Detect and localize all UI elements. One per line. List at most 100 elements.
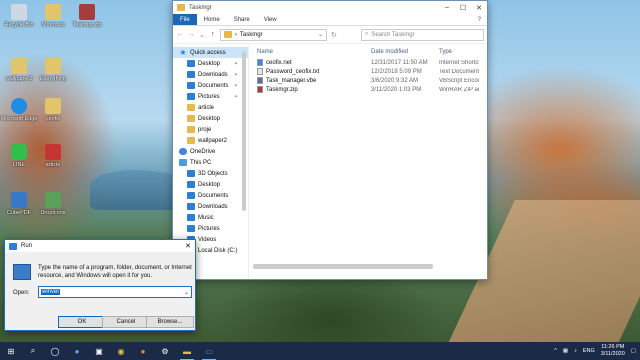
- folder-icon: [45, 98, 61, 114]
- up-arrow-icon[interactable]: ↑: [209, 31, 217, 38]
- explorer-taskbar-icon[interactable]: ▬: [176, 342, 198, 360]
- nav-scrollbar[interactable]: [242, 51, 246, 211]
- nav-item-label: OneDrive: [190, 148, 216, 155]
- download-icon: [187, 71, 195, 78]
- desktop-icon-cubepdf[interactable]: CubePDF: [0, 192, 38, 216]
- tab-share[interactable]: Share: [227, 14, 257, 25]
- run-taskbar-icon[interactable]: ▭: [198, 342, 220, 360]
- desktop-icon-article[interactable]: article: [34, 144, 72, 168]
- close-button[interactable]: ✕: [471, 1, 487, 14]
- chevron-down-icon[interactable]: ⌄: [318, 31, 323, 38]
- nav-item-pictures[interactable]: Pictures: [173, 223, 248, 234]
- refresh-icon[interactable]: ↻: [330, 31, 338, 39]
- forward-arrow-icon[interactable]: →: [187, 31, 195, 38]
- file-row[interactable]: Taskmgr.zip 3/11/2020 1:03 PM WinRAR ZIP a…: [249, 85, 487, 94]
- folder-icon: [11, 58, 27, 74]
- nav-item-3d-objects[interactable]: 3D Objects: [173, 168, 248, 179]
- desktop-icon-shortcuts[interactable]: Shortcuts: [34, 4, 72, 28]
- chrome-icon[interactable]: ◉: [110, 342, 132, 360]
- horizontal-scrollbar[interactable]: [253, 264, 433, 269]
- tab-file[interactable]: File: [173, 14, 197, 25]
- search-icon[interactable]: ⌕: [22, 342, 44, 360]
- column-type[interactable]: Type: [439, 49, 452, 55]
- nav-item-wallpaper2[interactable]: wallpaper2: [173, 135, 248, 146]
- desktop-icon-wallpaper2[interactable]: wallpaper2: [0, 58, 38, 82]
- recent-chevron-icon[interactable]: ⌄: [198, 31, 206, 39]
- firefox-icon[interactable]: ●: [132, 342, 154, 360]
- nav-item-label: Pictures: [198, 93, 220, 100]
- minimize-button[interactable]: –: [439, 1, 455, 14]
- file-row[interactable]: Password_ceofix.txt 12/2/2018 5:09 PM Text…: [249, 67, 487, 76]
- task-view-icon[interactable]: ◯: [44, 342, 66, 360]
- cube-icon: [187, 170, 195, 177]
- network-icon[interactable]: ▦: [563, 348, 568, 354]
- pictures-icon: [187, 225, 195, 232]
- download-icon: [187, 203, 195, 210]
- chevron-right-icon: ›: [234, 31, 237, 38]
- chevron-down-icon[interactable]: ⌄: [184, 289, 189, 296]
- edge-icon: [11, 98, 27, 114]
- run-open-input[interactable]: winver ⌄: [38, 286, 192, 298]
- nav-item-label: Pictures: [198, 225, 220, 232]
- store-icon[interactable]: ▣: [88, 342, 110, 360]
- desktop-icon-taskmgr-zip[interactable]: Taskmgr.zip: [68, 4, 106, 28]
- nav-item-proje[interactable]: proje: [173, 124, 248, 135]
- tab-view[interactable]: View: [257, 14, 284, 25]
- help-icon[interactable]: ?: [478, 14, 487, 25]
- nav-item-pictures[interactable]: Pictures ✦: [173, 91, 248, 102]
- nav-item-music[interactable]: Music: [173, 212, 248, 223]
- desktop-icon-everything[interactable]: Everything: [34, 58, 72, 82]
- nav-item-label: Documents: [198, 82, 229, 89]
- file-row[interactable]: Task_manager.vbe 3/6/2020 9:32 AM VBScript…: [249, 76, 487, 85]
- maximize-button[interactable]: ☐: [455, 1, 471, 14]
- clock[interactable]: 11:26 PM 3/11/2020: [601, 344, 625, 357]
- desktop-icon-line[interactable]: LINE: [0, 144, 38, 168]
- gear-icon[interactable]: ⚙: [154, 342, 176, 360]
- back-arrow-icon[interactable]: ←: [176, 31, 184, 38]
- nav-item-this-pc[interactable]: This PC: [173, 157, 248, 168]
- desktop-icon-edge[interactable]: Microsoft Edge: [0, 98, 38, 122]
- language-indicator[interactable]: ENG: [583, 348, 595, 354]
- desktop-icon-ceofix[interactable]: ceofix: [34, 98, 72, 122]
- nav-item-quick-access[interactable]: ★ Quick access: [173, 47, 248, 58]
- run-input-value: winver: [41, 289, 61, 295]
- nav-item-desktop[interactable]: Desktop: [173, 179, 248, 190]
- search-input[interactable]: ⌕ Search Taskmgr: [360, 28, 485, 41]
- music-icon: [187, 214, 195, 221]
- explorer-titlebar[interactable]: Taskmgr – ☐ ✕: [173, 1, 487, 14]
- column-name[interactable]: Name: [249, 49, 371, 55]
- nav-item-downloads[interactable]: Downloads ✦: [173, 69, 248, 80]
- column-date-modified[interactable]: Date modified: [371, 49, 439, 55]
- tab-home[interactable]: Home: [197, 14, 227, 25]
- start-icon[interactable]: ⊞: [0, 342, 22, 360]
- nav-item-documents[interactable]: Documents ✦: [173, 80, 248, 91]
- window-title: Taskmgr: [189, 4, 212, 11]
- nav-item-article[interactable]: article: [173, 102, 248, 113]
- address-bar[interactable]: › Taskmgr ⌄: [219, 28, 327, 41]
- volume-icon[interactable]: ♪: [574, 348, 577, 354]
- cloud-icon: [179, 148, 187, 155]
- edge-taskbar-icon[interactable]: ●: [66, 342, 88, 360]
- nav-item-documents[interactable]: Documents: [173, 190, 248, 201]
- nav-item-desktop[interactable]: Desktop: [173, 113, 248, 124]
- nav-item-desktop[interactable]: Desktop ✦: [173, 58, 248, 69]
- file-row[interactable]: ceofix.net 12/31/2017 11:50 AM Internet Sh…: [249, 58, 487, 67]
- nav-item-label: Quick access: [190, 49, 226, 56]
- browse-button[interactable]: Browse...: [146, 316, 194, 328]
- desktop-icon-recycle-bin[interactable]: Recycle Bin: [0, 4, 38, 28]
- close-icon[interactable]: ✕: [181, 242, 195, 250]
- desktop-icon-dropicons[interactable]: DropIcons: [34, 192, 72, 216]
- folder-icon: [187, 104, 195, 111]
- chevron-up-icon[interactable]: ^: [554, 348, 557, 354]
- ok-button[interactable]: OK: [58, 316, 106, 328]
- notification-icon[interactable]: ▢: [631, 348, 636, 354]
- folder-icon: [187, 115, 195, 122]
- run-titlebar[interactable]: Run ✕: [5, 240, 195, 252]
- file-icon: [257, 68, 263, 75]
- nav-item-downloads[interactable]: Downloads: [173, 201, 248, 212]
- file-type: Internet Shortcut: [439, 59, 479, 66]
- system-tray: ^ ▦ ♪ ENG 11:26 PM 3/11/2020 ▢: [554, 344, 640, 357]
- cancel-button[interactable]: Cancel: [102, 316, 150, 328]
- nav-item-onedrive[interactable]: OneDrive: [173, 146, 248, 157]
- line-app-icon: [11, 144, 27, 160]
